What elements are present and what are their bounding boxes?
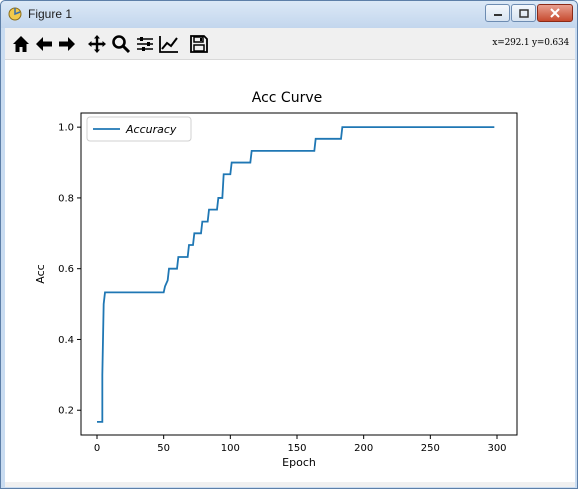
pan-button[interactable]	[85, 32, 109, 56]
y-tick-label: 0.6	[58, 264, 74, 275]
x-tick-label: 250	[421, 443, 440, 454]
save-button[interactable]	[187, 32, 211, 56]
zoom-icon	[112, 35, 131, 54]
maximize-icon	[518, 8, 529, 18]
home-button[interactable]	[9, 32, 33, 56]
customize-button[interactable]	[157, 32, 181, 56]
window-title: Figure 1	[28, 7, 73, 21]
x-tick-label: 300	[487, 443, 506, 454]
x-tick-label: 50	[157, 443, 170, 454]
acc-curve-chart[interactable]: Acc Curve 0 50 100 150 200 250 300 0.20.40.60.…	[5, 60, 575, 482]
close-button[interactable]	[537, 4, 573, 22]
maximize-button[interactable]	[511, 4, 536, 22]
pan-icon	[88, 35, 106, 53]
cursor-coordinates: x=292.1 y=0.634	[492, 38, 569, 48]
title-bar[interactable]: Figure 1	[1, 1, 577, 28]
y-tick-label: 0.4	[58, 335, 74, 346]
save-icon	[190, 35, 208, 53]
back-icon	[36, 37, 52, 51]
y-tick-label: 0.8	[58, 193, 74, 204]
forward-icon	[59, 37, 75, 51]
legend: Accuracy	[86, 116, 192, 142]
home-icon	[13, 36, 29, 52]
x-axis-label: Epoch	[282, 456, 316, 469]
subplots-icon	[137, 37, 153, 51]
series-line-accuracy	[97, 126, 495, 423]
app-icon	[8, 7, 22, 21]
back-button[interactable]	[32, 32, 56, 56]
x-tick-label: 100	[221, 443, 240, 454]
close-icon	[550, 8, 560, 18]
status-bar	[5, 482, 575, 487]
x-tick-label: 150	[287, 443, 306, 454]
forward-button[interactable]	[55, 32, 79, 56]
y-tick-label: 1.0	[58, 123, 74, 134]
figure-canvas[interactable]: Acc Curve 0 50 100 150 200 250 300 0.2 0.4 0.6 0.…	[5, 60, 575, 482]
minimize-icon	[493, 14, 502, 16]
x-tick-label: 0	[94, 443, 100, 454]
customize-icon	[159, 36, 178, 53]
zoom-button[interactable]	[109, 32, 133, 56]
minimize-button[interactable]	[485, 4, 510, 22]
y-axis-label: Acc	[34, 264, 47, 283]
subplots-button[interactable]	[133, 32, 157, 56]
legend-label: Accuracy	[125, 123, 177, 136]
y-tick-label: 0.2	[58, 406, 74, 417]
plot-frame	[80, 112, 518, 436]
figure-window: Figure 1 x=292.1 y=0.634 Acc Curve 0 50 …	[0, 0, 578, 489]
navigation-toolbar: x=292.1 y=0.634	[5, 28, 575, 60]
x-tick-label: 200	[354, 443, 373, 454]
chart-title: Acc Curve	[252, 90, 322, 106]
x-axis: 0 50 100 150 200 250 300	[94, 435, 507, 454]
y-axis: 0.2 0.4 0.6 0.8 1.0	[58, 123, 81, 417]
